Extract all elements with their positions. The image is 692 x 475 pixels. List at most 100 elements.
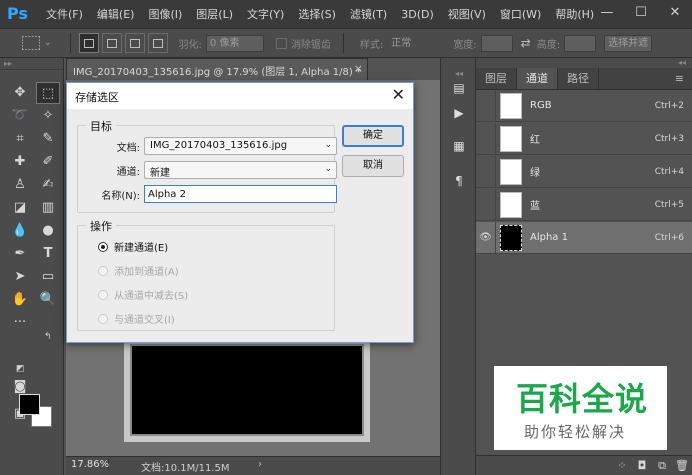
ok-button[interactable]: 确定: [342, 125, 404, 147]
crop-tool-icon[interactable]: ⌗: [8, 128, 32, 150]
channel-row-green[interactable]: 绿 Ctrl+4: [476, 155, 692, 188]
healing-brush-tool-icon[interactable]: ✚: [8, 151, 32, 173]
height-input[interactable]: [564, 34, 597, 52]
panel-menu-icon[interactable]: ≡: [675, 68, 692, 89]
chevron-down-icon[interactable]: ⌄: [44, 38, 52, 48]
tab-layers[interactable]: 图层: [476, 68, 517, 89]
antialias-checkbox[interactable]: [275, 37, 287, 49]
channel-row-blue[interactable]: 蓝 Ctrl+5: [476, 188, 692, 221]
channel-thumbnail: [500, 224, 522, 251]
name-input[interactable]: [144, 185, 337, 203]
new-channel-icon[interactable]: ⧉: [652, 459, 672, 473]
divider: [342, 33, 344, 53]
style-select[interactable]: 正常: [387, 34, 446, 52]
magic-wand-tool-icon[interactable]: ✧: [36, 105, 60, 127]
clone-stamp-tool-icon[interactable]: ♙: [8, 174, 32, 196]
rectangular-marquee-tool-icon[interactable]: ⬚: [36, 82, 60, 104]
radio-label: 与通道交叉(I): [114, 315, 175, 326]
delete-channel-icon[interactable]: 🗑: [672, 459, 692, 472]
eyedropper-tool-icon[interactable]: ✎: [36, 128, 60, 150]
menu-layer[interactable]: 图层(L): [189, 6, 240, 22]
default-colors-icon[interactable]: ◩: [16, 364, 25, 374]
add-selection-mode-button[interactable]: [101, 33, 122, 53]
actions-panel-icon[interactable]: ▶: [449, 103, 469, 123]
type-tool-icon[interactable]: T: [36, 243, 60, 265]
history-panel-icon[interactable]: ▤: [449, 78, 469, 98]
rectangle-tool-icon[interactable]: ▭: [36, 266, 60, 288]
menu-view[interactable]: 视图(V): [441, 6, 493, 22]
rectangular-marquee-preset-icon[interactable]: [22, 36, 40, 50]
menu-select[interactable]: 选择(S): [291, 6, 343, 22]
channel-row-rgb[interactable]: RGB Ctrl+2: [476, 89, 692, 122]
channel-row-red[interactable]: 红 Ctrl+3: [476, 122, 692, 155]
new-selection-mode-button[interactable]: [78, 33, 99, 53]
select-and-mask-button[interactable]: 选择并遮: [604, 34, 653, 52]
load-channel-as-selection-icon[interactable]: ⁘: [612, 459, 632, 472]
properties-panel-icon[interactable]: ▦: [449, 136, 469, 156]
brush-tool-icon[interactable]: ✐: [36, 151, 60, 173]
document-label: 文档:: [116, 143, 140, 154]
menu-3d[interactable]: 3D(D): [394, 8, 441, 21]
zoom-tool-icon[interactable]: 🔍: [36, 289, 60, 311]
move-tool-icon[interactable]: ✥: [8, 82, 32, 104]
document-tab[interactable]: IMG_20170403_135616.jpg @ 17.9% (图层 1, A…: [66, 58, 368, 80]
width-input[interactable]: [480, 34, 513, 52]
document-image[interactable]: [124, 340, 370, 442]
channel-thumbnail: [500, 125, 522, 152]
close-button[interactable]: ✕: [658, 0, 692, 28]
menu-window[interactable]: 窗口(W): [493, 6, 548, 22]
operation-new-channel[interactable]: 新建通道(E): [98, 239, 168, 254]
maximize-button[interactable]: ☐: [624, 0, 658, 28]
channel-select[interactable]: 新建 ⌄: [144, 161, 337, 179]
minimize-button[interactable]: —: [590, 0, 624, 28]
tab-channels[interactable]: 通道: [517, 68, 558, 89]
toolbox-grip[interactable]: ▸▸: [0, 58, 63, 70]
menu-edit[interactable]: 编辑(E): [90, 6, 142, 22]
swap-colors-icon[interactable]: ↰: [44, 332, 52, 342]
gradient-tool-icon[interactable]: ▥: [36, 197, 60, 219]
more-tools-icon[interactable]: ···: [8, 312, 32, 334]
save-selection-as-channel-icon[interactable]: ◘: [632, 459, 652, 472]
eye-icon[interactable]: 👁: [476, 221, 496, 254]
menu-file[interactable]: 文件(F): [39, 6, 90, 22]
eraser-tool-icon[interactable]: ◪: [8, 197, 32, 219]
swap-arrows-icon[interactable]: ⇄: [521, 36, 531, 50]
foreground-color-swatch[interactable]: [19, 394, 40, 415]
history-brush-tool-icon[interactable]: ✍: [36, 174, 60, 196]
visibility-toggle[interactable]: [476, 89, 496, 122]
feather-input[interactable]: 0 像素: [205, 34, 264, 52]
close-icon[interactable]: ×: [354, 62, 363, 75]
lasso-tool-icon[interactable]: ➰: [8, 105, 32, 127]
visibility-toggle[interactable]: [476, 155, 496, 188]
character-panel-icon[interactable]: ¶: [449, 171, 469, 191]
subtract-selection-mode-button[interactable]: [124, 33, 145, 53]
visibility-toggle[interactable]: [476, 188, 496, 221]
path-selection-tool-icon[interactable]: ➤: [8, 266, 32, 288]
menu-image[interactable]: 图像(I): [141, 6, 189, 22]
cancel-button[interactable]: 取消: [342, 155, 404, 177]
channel-shortcut: Ctrl+3: [654, 133, 684, 144]
feather-label: 羽化:: [178, 39, 202, 51]
dialog-close-icon[interactable]: ✕: [392, 86, 405, 104]
channel-thumbnail: [500, 191, 522, 218]
dialog-titlebar[interactable]: 存储选区 ✕: [67, 83, 413, 109]
visibility-toggle[interactable]: [476, 122, 496, 155]
menu-filter[interactable]: 滤镜(T): [343, 6, 394, 22]
zoom-level[interactable]: 17.86%: [69, 459, 109, 470]
panel-grip[interactable]: ◂◂: [476, 58, 692, 68]
collapsed-panel-strip: ◂◂ ▤ ▶ ▦ ¶: [440, 58, 476, 475]
target-group-title: 目标: [86, 118, 116, 134]
status-menu-arrow-icon[interactable]: ›: [258, 459, 262, 470]
document-select[interactable]: IMG_20170403_135616.jpg ⌄: [144, 137, 337, 155]
channel-row-alpha-1[interactable]: 👁 Alpha 1 Ctrl+6: [476, 221, 692, 254]
channel-name: 绿: [530, 168, 540, 179]
blur-tool-icon[interactable]: 💧: [8, 220, 32, 242]
tab-paths[interactable]: 路径: [558, 68, 599, 89]
intersect-selection-mode-button[interactable]: [147, 33, 168, 53]
pen-tool-icon[interactable]: ✒: [8, 243, 32, 265]
radio-button[interactable]: [98, 241, 108, 252]
hand-tool-icon[interactable]: ✋: [8, 289, 32, 311]
menu-type[interactable]: 文字(Y): [240, 6, 291, 22]
channel-shortcut: Ctrl+2: [654, 100, 684, 111]
dodge-tool-icon[interactable]: ●: [36, 220, 60, 242]
